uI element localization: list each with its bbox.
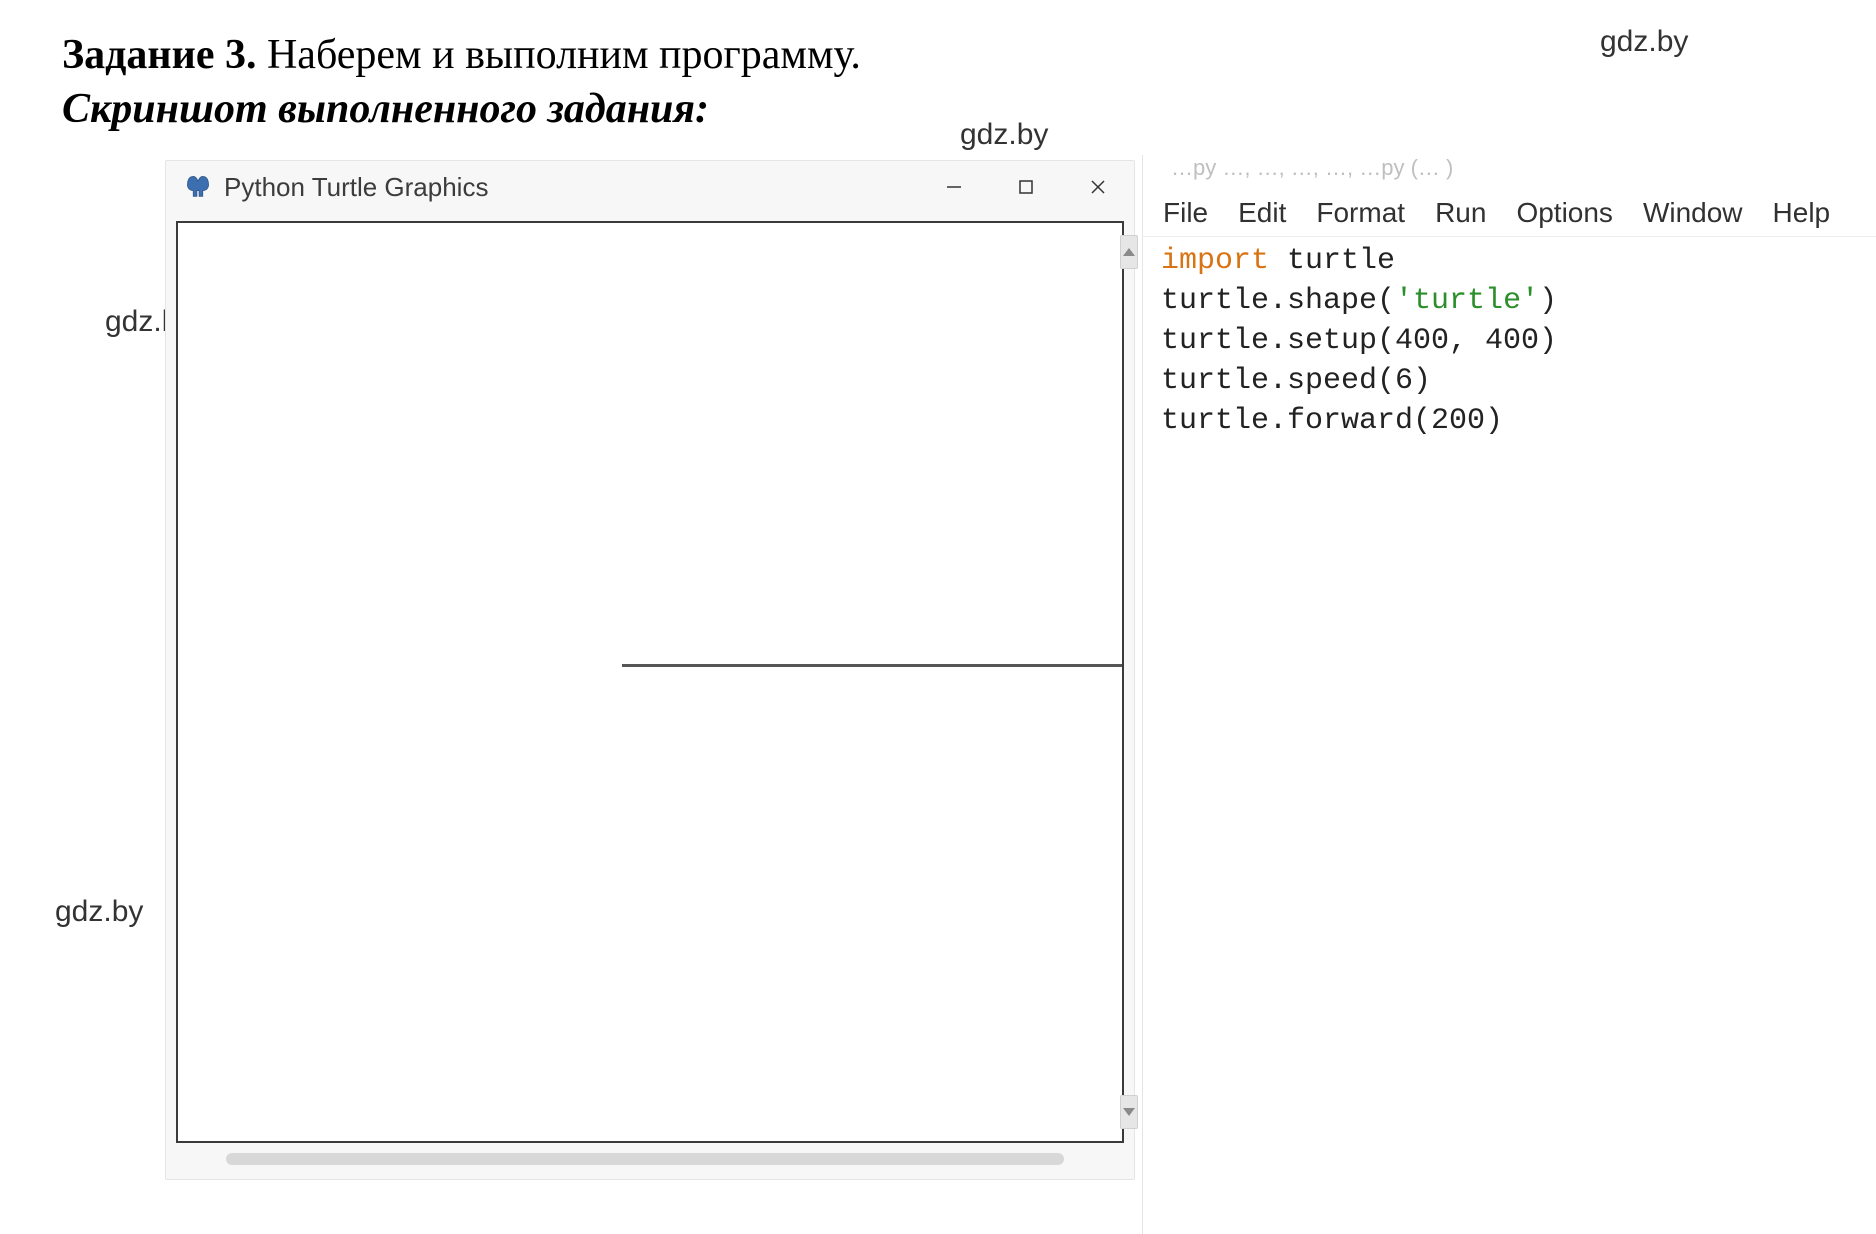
code-l2-str: 'turtle': [1395, 284, 1539, 318]
menu-edit[interactable]: Edit: [1238, 197, 1286, 229]
watermark: gdz.by: [1600, 25, 1688, 59]
window-titlebar[interactable]: Python Turtle Graphics: [166, 161, 1134, 213]
code-l2-post: ): [1539, 284, 1557, 318]
code-l4: turtle.speed(6): [1161, 364, 1431, 398]
idle-title-fragment: …py …, …, …, …, …py (… ): [1171, 155, 1453, 181]
scroll-up-button[interactable]: [1120, 235, 1138, 269]
window-controls: [918, 161, 1134, 213]
code-l2-pre: turtle.shape(: [1161, 284, 1395, 318]
minimize-icon: [945, 178, 963, 196]
idle-menubar: File Edit Format Run Options Window Help: [1143, 189, 1876, 237]
idle-editor-window: …py …, …, …, …, …py (… ) File Edit Forma…: [1142, 155, 1876, 1234]
horizontal-scrollbar[interactable]: [226, 1153, 1064, 1165]
task-label: Задание 3.: [62, 32, 256, 78]
close-icon: [1089, 178, 1107, 196]
menu-format[interactable]: Format: [1316, 197, 1405, 229]
turtle-drawn-line: [622, 664, 1122, 667]
task-heading: Задание 3. Наберем и выполним программу.: [62, 30, 861, 80]
maximize-icon: [1017, 178, 1035, 196]
minimize-button[interactable]: [918, 161, 990, 213]
task-subtitle: Скриншот выполненного задания:: [62, 85, 709, 133]
scroll-down-button[interactable]: [1120, 1095, 1138, 1129]
turtle-canvas[interactable]: [176, 221, 1124, 1143]
code-l5: turtle.forward(200): [1161, 404, 1503, 438]
turtle-app-icon: [184, 173, 212, 201]
close-button[interactable]: [1062, 161, 1134, 213]
watermark: gdz.by: [55, 895, 143, 929]
menu-help[interactable]: Help: [1773, 197, 1831, 229]
code-l3: turtle.setup(400, 400): [1161, 324, 1557, 358]
watermark: gdz.by: [960, 118, 1048, 152]
idle-code-area[interactable]: import turtle turtle.shape('turtle') tur…: [1161, 241, 1866, 441]
menu-run[interactable]: Run: [1435, 197, 1486, 229]
menu-window[interactable]: Window: [1643, 197, 1743, 229]
task-text: Наберем и выполним программу.: [256, 32, 860, 78]
maximize-button[interactable]: [990, 161, 1062, 213]
menu-options[interactable]: Options: [1516, 197, 1613, 229]
code-keyword-import: import: [1161, 244, 1269, 278]
code-module: turtle: [1269, 244, 1395, 278]
menu-file[interactable]: File: [1163, 197, 1208, 229]
window-title: Python Turtle Graphics: [224, 172, 488, 203]
python-turtle-window: Python Turtle Graphics: [165, 160, 1135, 1180]
